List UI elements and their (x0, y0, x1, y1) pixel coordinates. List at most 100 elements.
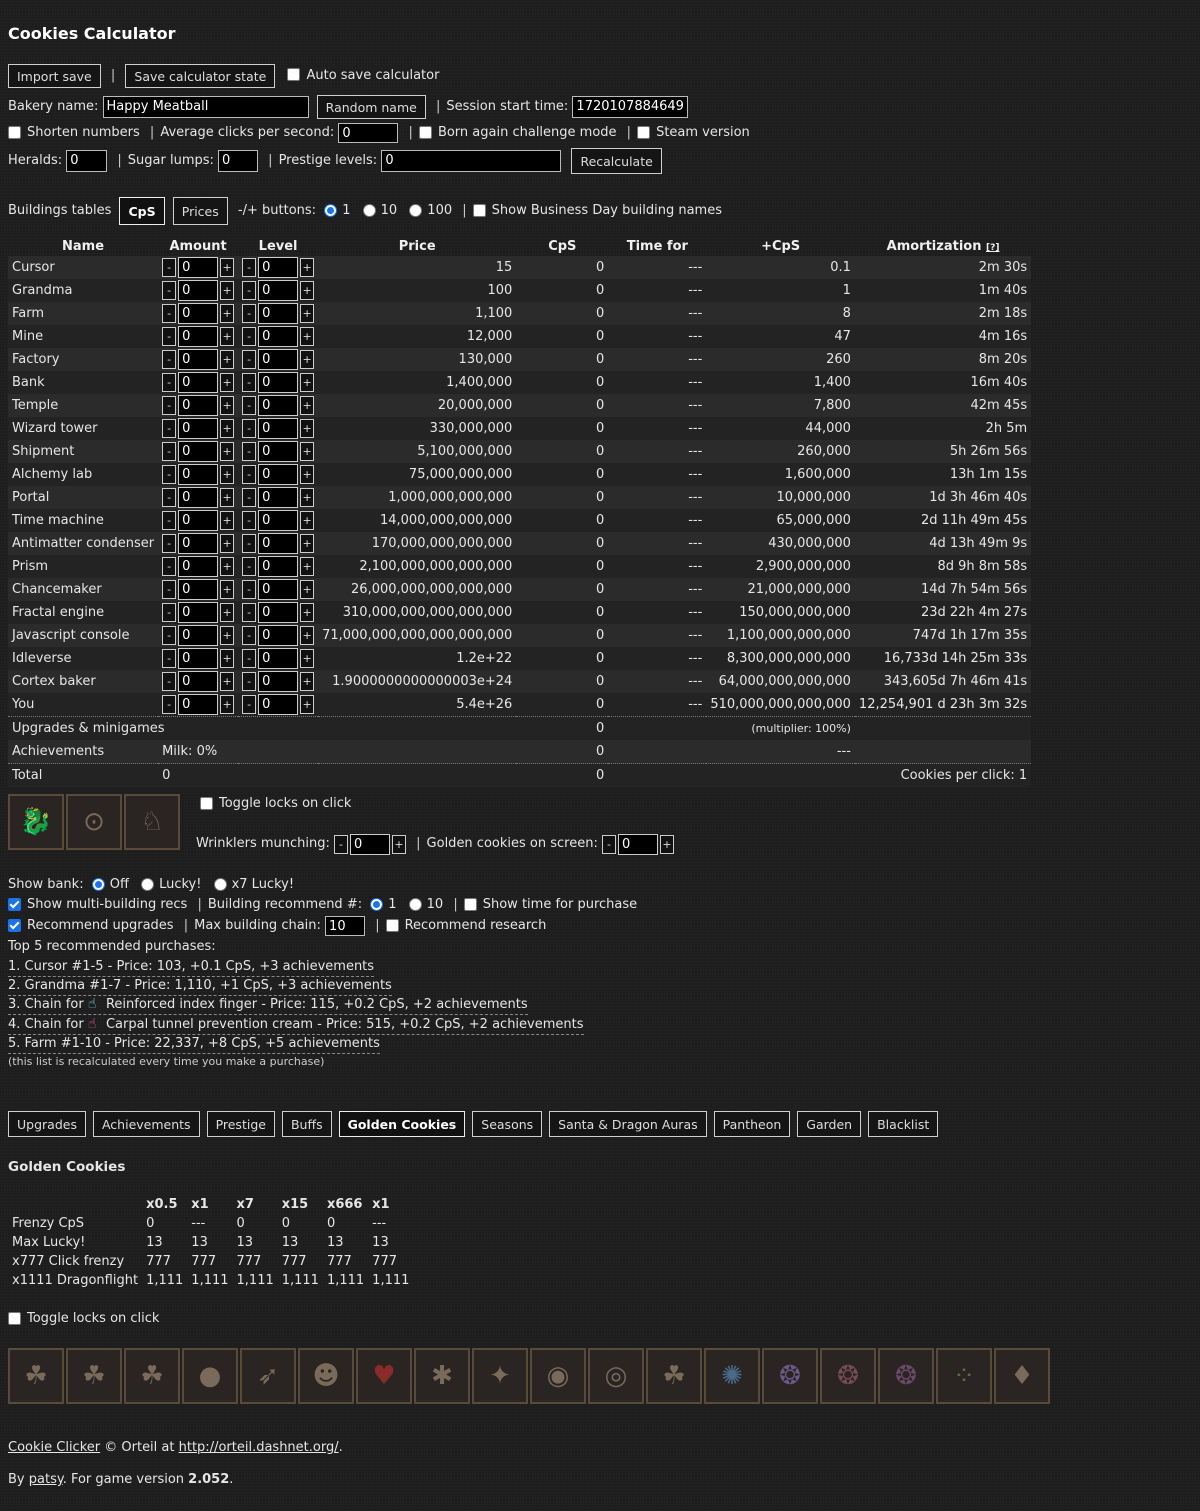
level-input[interactable]: 0 (258, 487, 299, 508)
clover-icon[interactable]: ☘ (124, 1348, 180, 1404)
amount-plus-button[interactable]: + (220, 327, 235, 346)
recommendation-item[interactable]: 5. Farm #1-10 - Price: 22,337, +8 CpS, +… (8, 1034, 380, 1054)
amount-input[interactable]: 0 (178, 326, 219, 347)
amount-plus-button[interactable]: + (220, 580, 235, 599)
level-minus-button[interactable]: - (242, 649, 257, 668)
level-plus-button[interactable]: + (300, 327, 315, 346)
tab-golden-cookies[interactable]: Golden Cookies (338, 1111, 466, 1137)
tab-upgrades[interactable]: Upgrades (8, 1111, 86, 1137)
wrinklers-input[interactable]: 0 (350, 833, 391, 855)
tab-prestige[interactable]: Prestige (206, 1111, 275, 1137)
level-plus-button[interactable]: + (300, 442, 315, 461)
orbs-icon[interactable]: ❂ (820, 1348, 876, 1404)
level-minus-button[interactable]: - (242, 373, 257, 392)
amount-plus-button[interactable]: + (220, 534, 235, 553)
level-input[interactable]: 0 (258, 671, 299, 692)
amount-input[interactable]: 0 (178, 303, 219, 324)
tab-prices[interactable]: Prices (172, 197, 228, 225)
level-minus-button[interactable]: - (242, 396, 257, 415)
level-minus-button[interactable]: - (242, 281, 257, 300)
amount-minus-button[interactable]: - (162, 603, 177, 622)
level-input[interactable]: 0 (258, 280, 299, 301)
amount-minus-button[interactable]: - (162, 488, 177, 507)
clover-icon[interactable]: ☘ (66, 1348, 122, 1404)
amount-minus-button[interactable]: - (162, 626, 177, 645)
level-minus-button[interactable]: - (242, 695, 257, 714)
amount-minus-button[interactable]: - (162, 695, 177, 714)
wrinklers-minus-button[interactable]: - (334, 834, 349, 854)
amount-plus-button[interactable]: + (220, 557, 235, 576)
amount-plus-button[interactable]: + (220, 695, 235, 714)
amount-minus-button[interactable]: - (162, 258, 177, 277)
level-minus-button[interactable]: - (242, 534, 257, 553)
random-name-button[interactable]: Random name (316, 95, 426, 119)
level-plus-button[interactable]: + (300, 626, 315, 645)
level-plus-button[interactable]: + (300, 534, 315, 553)
level-input[interactable]: 0 (258, 349, 299, 370)
level-input[interactable]: 0 (258, 579, 299, 600)
level-plus-button[interactable]: + (300, 258, 315, 277)
amount-input[interactable]: 0 (178, 671, 219, 692)
recalculate-button[interactable]: Recalculate (571, 148, 662, 174)
amount-plus-button[interactable]: + (220, 373, 235, 392)
amount-minus-button[interactable]: - (162, 580, 177, 599)
bakery-name-input[interactable]: Happy Meatball (102, 96, 309, 118)
amount-plus-button[interactable]: + (220, 672, 235, 691)
level-input[interactable]: 0 (258, 372, 299, 393)
level-input[interactable]: 0 (258, 625, 299, 646)
amount-input[interactable]: 0 (178, 533, 219, 554)
bank-off-radio[interactable] (91, 877, 105, 891)
golden-input[interactable]: 0 (617, 833, 658, 855)
toggle-locks-checkbox[interactable] (200, 796, 213, 810)
level-minus-button[interactable]: - (242, 327, 257, 346)
prestige-input[interactable]: 0 (381, 150, 562, 172)
amount-minus-button[interactable]: - (162, 350, 177, 369)
cookie-clicker-link[interactable]: Cookie Clicker (8, 1440, 100, 1455)
auto-save-toggle[interactable]: Auto save calculator (287, 68, 439, 83)
avg-clicks-input[interactable]: 0 (338, 123, 399, 143)
amount-minus-button[interactable]: - (162, 281, 177, 300)
cookie-swirl-icon[interactable]: ✺ (704, 1348, 760, 1404)
level-minus-button[interactable]: - (242, 258, 257, 277)
tab-santa-dragon-auras[interactable]: Santa & Dragon Auras (549, 1111, 707, 1137)
tab-blacklist[interactable]: Blacklist (868, 1111, 939, 1137)
orbs-icon[interactable]: ❂ (762, 1348, 818, 1404)
save-state-button[interactable]: Save calculator state (125, 64, 276, 88)
auto-save-checkbox[interactable] (287, 68, 301, 81)
author-link[interactable]: patsy (29, 1472, 63, 1487)
amount-minus-button[interactable]: - (162, 419, 177, 438)
amount-input[interactable]: 0 (178, 441, 219, 462)
clover-icon[interactable]: ☘ (8, 1348, 64, 1404)
amount-plus-button[interactable]: + (220, 626, 235, 645)
level-minus-button[interactable]: - (242, 419, 257, 438)
level-minus-button[interactable]: - (242, 304, 257, 323)
level-minus-button[interactable]: - (242, 465, 257, 484)
amount-input[interactable]: 0 (178, 487, 219, 508)
amount-plus-button[interactable]: + (220, 511, 235, 530)
multi-building-checkbox[interactable] (8, 897, 21, 911)
amount-input[interactable]: 0 (178, 280, 219, 301)
shorten-numbers-checkbox[interactable] (8, 125, 21, 139)
tab-garden[interactable]: Garden (797, 1111, 862, 1137)
amount-minus-button[interactable]: - (162, 672, 177, 691)
amount-minus-button[interactable]: - (162, 534, 177, 553)
level-minus-button[interactable]: - (242, 511, 257, 530)
steam-version-checkbox[interactable] (637, 125, 651, 139)
level-input[interactable]: 0 (258, 395, 299, 416)
level-plus-button[interactable]: + (300, 695, 315, 714)
level-plus-button[interactable]: + (300, 672, 315, 691)
pm-100-radio[interactable] (409, 203, 423, 217)
level-minus-button[interactable]: - (242, 350, 257, 369)
ghost-icon[interactable]: ☻ (298, 1348, 354, 1404)
amount-plus-button[interactable]: + (220, 465, 235, 484)
level-plus-button[interactable]: + (300, 603, 315, 622)
bank-lucky-radio[interactable] (141, 877, 155, 891)
amount-input[interactable]: 0 (178, 257, 219, 278)
level-plus-button[interactable]: + (300, 373, 315, 392)
recommend-10-radio[interactable] (408, 897, 422, 911)
amount-plus-button[interactable]: + (220, 304, 235, 323)
heralds-input[interactable]: 0 (66, 150, 108, 172)
amount-minus-button[interactable]: - (162, 396, 177, 415)
level-input[interactable]: 0 (258, 464, 299, 485)
amount-input[interactable]: 0 (178, 372, 219, 393)
